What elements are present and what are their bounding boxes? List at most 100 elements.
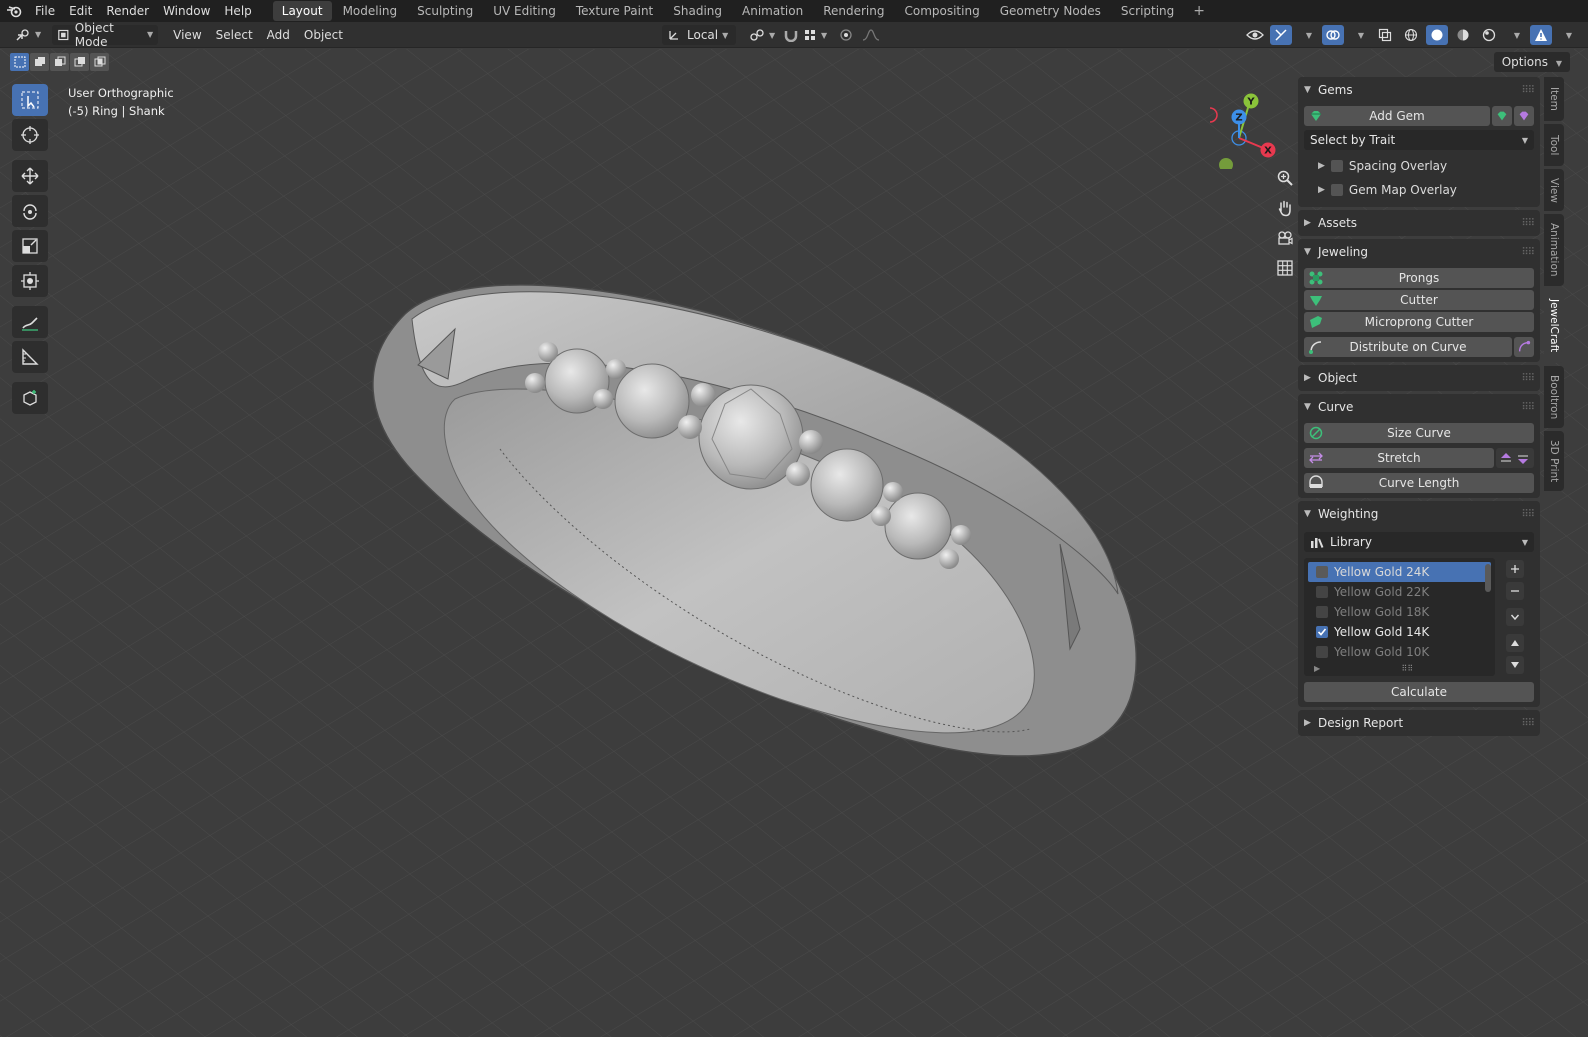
camera-view-button[interactable]	[1272, 225, 1298, 251]
spacing-overlay-row[interactable]: ▶ Spacing Overlay	[1304, 154, 1534, 178]
tab-shading[interactable]: Shading	[664, 1, 731, 21]
pan-button[interactable]	[1272, 195, 1298, 221]
cutter-button[interactable]: Cutter	[1304, 290, 1534, 310]
design-report-panel-header[interactable]: ▶ Design Report ⠿⠿	[1304, 713, 1535, 733]
tab-geometry-nodes[interactable]: Geometry Nodes	[991, 1, 1110, 21]
gem-variant-green-button[interactable]	[1492, 106, 1512, 126]
gizmo-neg-y[interactable]	[1219, 158, 1233, 169]
microprong-cutter-button[interactable]: Microprong Cutter	[1304, 312, 1534, 332]
perspective-toggle-button[interactable]	[1272, 255, 1298, 281]
menu-view[interactable]: View	[166, 25, 208, 45]
tab-scripting[interactable]: Scripting	[1112, 1, 1183, 21]
add-gem-button[interactable]: Add Gem	[1304, 106, 1490, 126]
object-visibility-button[interactable]	[1244, 25, 1266, 45]
tool-scale[interactable]	[12, 230, 48, 262]
drag-handle-icon[interactable]: ⠿⠿	[1521, 85, 1535, 96]
menu-help[interactable]: Help	[217, 0, 258, 22]
tab-compositing[interactable]: Compositing	[895, 1, 988, 21]
spacing-overlay-checkbox[interactable]	[1330, 160, 1343, 172]
tab-animation[interactable]: Animation	[733, 1, 812, 21]
material-list[interactable]: Yellow Gold 24K Yellow Gold 22K Yellow G…	[1304, 558, 1496, 676]
material-checkbox[interactable]	[1316, 566, 1328, 578]
side-tab-3d-print[interactable]: 3D Print	[1544, 431, 1564, 491]
drag-handle-icon[interactable]: ⠿⠿	[1521, 218, 1535, 229]
size-curve-button[interactable]: Size Curve	[1304, 423, 1534, 443]
gem-map-overlay-checkbox[interactable]	[1330, 184, 1343, 196]
edit-distribution-button[interactable]	[1514, 337, 1534, 357]
material-checkbox[interactable]	[1316, 586, 1328, 598]
jeweling-panel-header[interactable]: ▼ Jeweling ⠿⠿	[1304, 242, 1535, 262]
zoom-button[interactable]	[1272, 165, 1298, 191]
tab-layout[interactable]: Layout	[272, 1, 332, 21]
blender-logo-icon[interactable]	[0, 0, 28, 22]
side-tab-tool[interactable]: Tool	[1544, 124, 1564, 166]
assets-panel-header[interactable]: ▶ Assets ⠿⠿	[1304, 213, 1535, 233]
side-tab-jewelcraft[interactable]: JewelCraft	[1544, 289, 1564, 363]
menu-file[interactable]: File	[28, 0, 62, 22]
prongs-button[interactable]: Prongs	[1304, 268, 1534, 288]
list-scrollbar[interactable]	[1485, 564, 1492, 592]
distribute-on-curve-button[interactable]: Distribute on Curve	[1304, 337, 1512, 357]
gem-variant-purple-button[interactable]	[1514, 106, 1534, 126]
editor-type-button[interactable]: ▼	[10, 25, 46, 45]
menu-window[interactable]: Window	[156, 0, 217, 22]
tool-select-box[interactable]	[12, 84, 48, 116]
overlays-toggle[interactable]	[1322, 25, 1344, 45]
select-subtract-button[interactable]	[50, 53, 69, 71]
calculate-button[interactable]: Calculate	[1304, 682, 1534, 702]
gizmo-neg-x[interactable]	[1210, 107, 1218, 123]
stretch-button[interactable]: Stretch	[1304, 448, 1494, 468]
shading-rendered-button[interactable]	[1478, 25, 1500, 45]
move-down-button[interactable]	[1505, 656, 1524, 674]
gem-4[interactable]	[810, 448, 884, 522]
tool-measure[interactable]	[12, 341, 48, 373]
side-tab-item[interactable]: Item	[1544, 77, 1564, 121]
drag-handle-icon[interactable]: ⠿⠿	[1521, 247, 1535, 258]
weighting-panel-header[interactable]: ▼ Weighting ⠿⠿	[1304, 504, 1535, 524]
drag-handle-icon[interactable]: ⠿⠿	[1521, 402, 1535, 413]
xray-toggle[interactable]	[1374, 25, 1396, 45]
shading-solid-button[interactable]	[1426, 25, 1448, 45]
material-checkbox[interactable]	[1316, 606, 1328, 618]
list-item[interactable]: Yellow Gold 10K	[1308, 642, 1491, 662]
stretch-direction-buttons[interactable]	[1496, 448, 1534, 468]
remove-material-button[interactable]	[1505, 582, 1524, 600]
tool-rotate[interactable]	[12, 195, 48, 227]
menu-render[interactable]: Render	[99, 0, 156, 22]
object-panel-header[interactable]: ▶ Object ⠿⠿	[1304, 368, 1535, 388]
drag-handle-icon[interactable]: ⠿⠿	[1521, 718, 1535, 729]
shading-material-button[interactable]	[1452, 25, 1474, 45]
tool-add-cube[interactable]	[12, 382, 48, 414]
list-resize-handle-icon[interactable]: ⠿⠿	[1401, 664, 1413, 673]
gizmo-toggle[interactable]	[1270, 25, 1292, 45]
menu-add[interactable]: Add	[260, 25, 297, 45]
menu-edit[interactable]: Edit	[62, 0, 99, 22]
material-checkbox[interactable]	[1316, 646, 1328, 658]
navigation-gizmo[interactable]: X Y Z	[1210, 89, 1290, 169]
drag-handle-icon[interactable]: ⠿⠿	[1521, 509, 1535, 520]
side-tab-view[interactable]: View	[1544, 169, 1564, 211]
shading-dropdown[interactable]: ▼	[1504, 25, 1526, 45]
side-tab-booltron[interactable]: Booltron	[1544, 366, 1564, 428]
gem-map-overlay-row[interactable]: ▶ Gem Map Overlay	[1304, 178, 1534, 202]
tool-annotate[interactable]	[12, 306, 48, 338]
list-item[interactable]: Yellow Gold 18K	[1308, 602, 1491, 622]
list-specials-button[interactable]	[1505, 608, 1524, 626]
add-material-button[interactable]	[1505, 560, 1524, 578]
select-new-button[interactable]	[10, 53, 29, 71]
mode-dropdown[interactable]: Object Mode ▼	[52, 21, 159, 49]
overlays-dropdown[interactable]: ▼	[1348, 25, 1370, 45]
chevron-right-icon[interactable]: ▶	[1314, 664, 1320, 673]
tab-rendering[interactable]: Rendering	[814, 1, 893, 21]
pivot-point-button[interactable]: ▼	[744, 25, 780, 45]
material-checkbox[interactable]	[1316, 626, 1328, 638]
proportional-edit-toggle[interactable]	[834, 25, 858, 45]
list-item[interactable]: Yellow Gold 22K	[1308, 582, 1491, 602]
options-dropdown[interactable]: Options ▼	[1493, 52, 1570, 72]
menu-select[interactable]: Select	[209, 25, 260, 45]
overlay-dropdown[interactable]: ▼	[1296, 25, 1318, 45]
tab-modeling[interactable]: Modeling	[334, 1, 407, 21]
snap-target-dropdown[interactable]: ▼	[798, 25, 832, 45]
gem-5[interactable]	[884, 492, 952, 560]
shading-wireframe-button[interactable]	[1400, 25, 1422, 45]
